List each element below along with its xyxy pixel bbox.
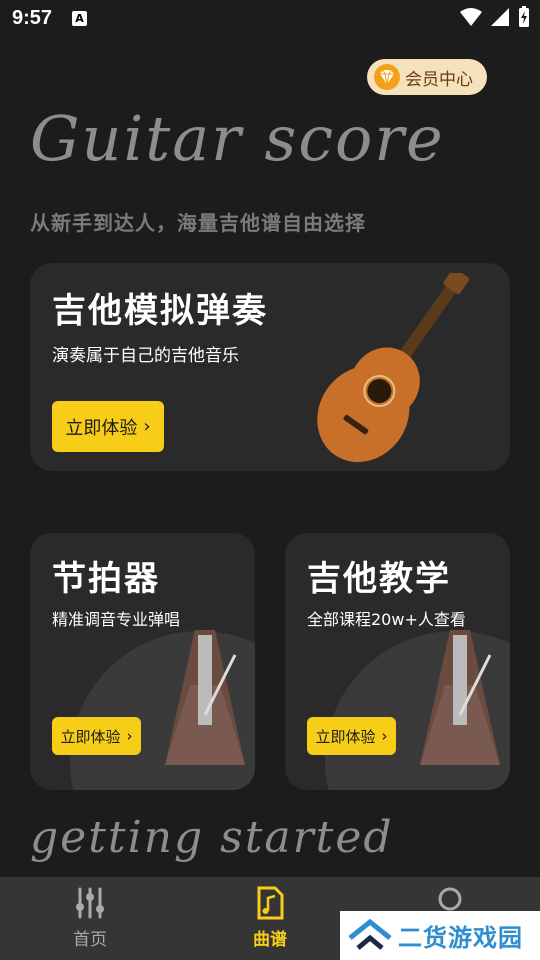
getting-started-text: getting started [30, 812, 394, 863]
vip-center-label: 会员中心 [405, 69, 473, 90]
music-file-icon [257, 886, 284, 920]
watermark: 二货游戏园 [340, 911, 540, 960]
chevron-right-icon: › [381, 727, 388, 745]
status-time: 9:57 [12, 6, 53, 29]
try-button-label: 立即体验 [60, 727, 121, 746]
watermark-text: 二货游戏园 [398, 924, 523, 952]
status-bar: 9:57 A [0, 0, 540, 36]
teaching-try-button[interactable]: 立即体验 › [307, 717, 396, 755]
guitar-teaching-card[interactable]: 吉他教学 全部课程20w+人查看 立即体验 › [285, 533, 510, 790]
guitar-try-button[interactable]: 立即体验 › [52, 401, 164, 452]
vip-center-button[interactable]: 会员中心 [367, 59, 487, 95]
try-button-label: 立即体验 [315, 727, 376, 746]
guitar-simulation-card[interactable]: 吉他模拟弹奏 演奏属于自己的吉他音乐 立即体验 › [30, 263, 510, 471]
metronome-try-button[interactable]: 立即体验 › [52, 717, 141, 755]
sliders-icon [76, 887, 104, 919]
card-title: 吉他教学 [307, 559, 451, 599]
hero-subtitle: 从新手到达人，海量吉他谱自由选择 [30, 211, 366, 235]
diamond-icon [374, 64, 400, 90]
status-icons [460, 6, 530, 28]
metronome-icon [165, 630, 245, 765]
nav-label: 曲谱 [253, 930, 287, 950]
nav-item-home[interactable]: 首页 [40, 885, 140, 950]
watermark-logo-icon [348, 918, 392, 950]
wifi-icon [460, 8, 482, 26]
card-desc: 演奏属于自己的吉他音乐 [52, 346, 239, 366]
signal-icon [491, 8, 509, 26]
battery-icon [519, 6, 529, 27]
metronome-card[interactable]: 节拍器 精准调音专业弹唱 立即体验 › [30, 533, 255, 790]
try-button-label: 立即体验 [65, 417, 138, 439]
card-title: 节拍器 [52, 559, 160, 599]
nav-label: 首页 [73, 930, 107, 950]
hero-title: Guitar score [30, 102, 445, 175]
guitar-image [317, 273, 469, 463]
chevron-right-icon: › [126, 727, 133, 745]
card-title: 吉他模拟弹奏 [52, 291, 268, 331]
a-icon: A [72, 10, 88, 26]
nav-item-score[interactable]: 曲谱 [220, 885, 320, 950]
metronome-icon [420, 630, 500, 765]
chevron-right-icon: › [143, 416, 151, 437]
